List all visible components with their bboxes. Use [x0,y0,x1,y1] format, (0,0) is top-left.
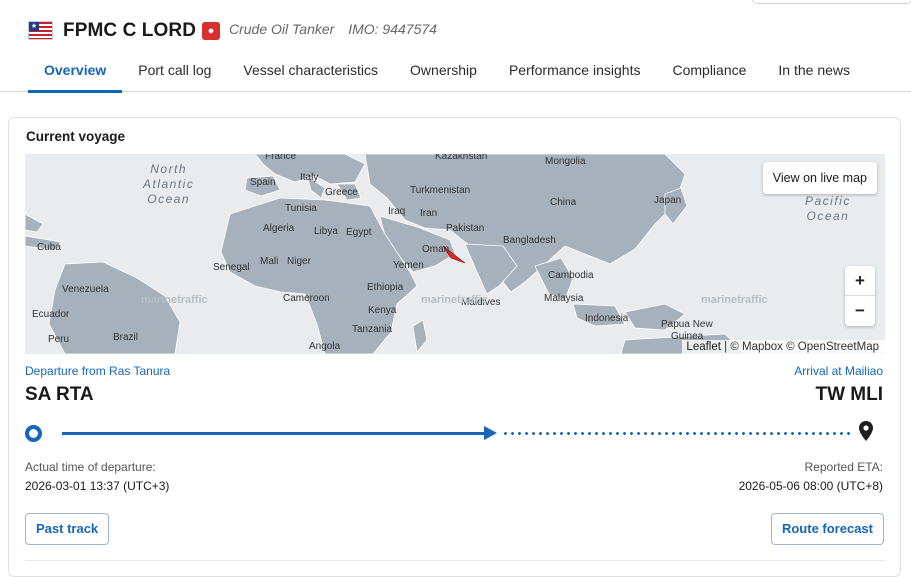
place-label: Tunisia [285,203,317,214]
tanker-droplet-icon: ● [202,22,220,40]
tab-port-call-log[interactable]: Port call log [122,52,227,92]
vessel-meta: Crude Oil Tanker IMO: 9447574 [229,21,437,37]
map-watermark: marinetraffic [701,294,768,306]
tab-overview[interactable]: Overview [28,52,123,93]
map-attribution: Leaflet | © Mapbox © OpenStreetMap [682,340,885,354]
place-label: Tanzania [352,324,393,335]
place-label: Libya [314,226,338,237]
departure-time-value: 2026-03-01 13:37 (UTC+3) [25,479,170,493]
arrival-time-value: 2026-05-06 08:00 (UTC+8) [738,479,883,493]
place-label: Turkmenistan [410,185,471,196]
section-divider [25,560,885,561]
place-label: Algeria [263,223,295,234]
origin-marker-icon [25,425,42,442]
zoom-out-button[interactable]: − [845,296,875,326]
place-label: Mali [260,256,279,267]
ocean-label-pacific: Pacific Ocean [805,194,851,223]
place-label: Peru [48,334,70,345]
tab-performance-insights[interactable]: Performance insights [493,52,657,92]
vessel-tabs: Overview Port call log Vessel characteri… [28,52,866,93]
arrival-label[interactable]: Arrival at Mailiao [794,364,883,378]
current-voyage-card: Current voyage North Atlantic Ocean Paci… [8,117,901,577]
map-watermark: marinetraffic [421,294,488,306]
ocean-label-north-atlantic: North Atlantic Ocean [143,162,195,206]
map-watermark: marinetraffic [141,294,208,306]
place-label: Pakistan [446,223,485,234]
place-label: Indonesia [585,313,629,324]
vessel-header: ★ FPMC C LORD ● Crude Oil Tanker IMO: 94… [0,0,911,93]
arrival-port-code: TW MLI [815,384,883,405]
place-label: Kenya [368,305,397,316]
place-label: Cuba [37,242,61,253]
voyage-progress [25,421,885,445]
tab-vessel-characteristics[interactable]: Vessel characteristics [227,52,394,92]
place-label: Bangladesh [503,235,556,246]
destination-pin-icon [859,421,873,441]
osm-credit[interactable]: © OpenStreetMap [786,341,879,353]
progress-remaining-line [502,432,854,435]
place-label: Spain [250,177,276,188]
place-label: Venezuela [62,284,109,295]
vessel-name: FPMC C LORD [63,20,197,41]
zoom-control: + − [845,266,875,326]
place-label: Niger [287,256,311,267]
place-label: Brazil [113,332,139,343]
past-track-button[interactable]: Past track [25,513,110,545]
departure-port-code: SA RTA [25,384,94,405]
place-label: Cambodia [548,270,594,281]
place-label: Angola [309,341,341,352]
place-label: Senegal [213,262,250,273]
progress-completed-line [62,432,484,435]
departure-label[interactable]: Departure from Ras Tanura [25,364,170,378]
place-label: Cameroon [283,293,330,304]
place-label: Japan [654,195,682,206]
place-label: Egypt [346,227,372,238]
attribution-separator: | [720,341,731,353]
place-label: Kazakhstan [435,154,488,162]
place-label: Oman [422,244,450,255]
place-label: France [265,154,297,162]
voyage-map[interactable]: North Atlantic Ocean Pacific Ocean Franc… [25,154,885,354]
vessel-imo: IMO: 9447574 [348,21,437,37]
place-label: Mongolia [545,156,586,167]
vessel-type: Crude Oil Tanker [229,21,335,37]
route-forecast-button[interactable]: Route forecast [770,513,884,545]
arrival-time-label: Reported ETA: [804,460,883,474]
zoom-in-button[interactable]: + [845,266,875,296]
departure-time-label: Actual time of departure: [25,460,156,474]
tab-compliance[interactable]: Compliance [656,52,762,92]
place-label: Ethiopia [367,282,404,293]
mapbox-credit[interactable]: © Mapbox [730,341,783,353]
card-title: Current voyage [26,129,126,144]
liberia-flag-icon: ★ [28,21,53,40]
tab-ownership[interactable]: Ownership [394,52,493,92]
place-label: Ecuador [32,309,70,320]
place-label: Italy [300,172,319,183]
place-label: Greece [325,187,358,198]
view-on-live-map-button[interactable]: View on live map [762,162,877,194]
leaflet-link[interactable]: Leaflet [686,341,721,353]
progress-arrow-icon [484,426,497,440]
place-label: China [550,197,577,208]
place-label: Yemen [393,260,424,271]
place-label: Malaysia [544,293,584,304]
place-label: Iran [420,208,438,219]
tab-in-the-news[interactable]: In the news [762,52,866,92]
place-label: Iraq [388,206,406,217]
place-label: Papua New [661,319,713,330]
